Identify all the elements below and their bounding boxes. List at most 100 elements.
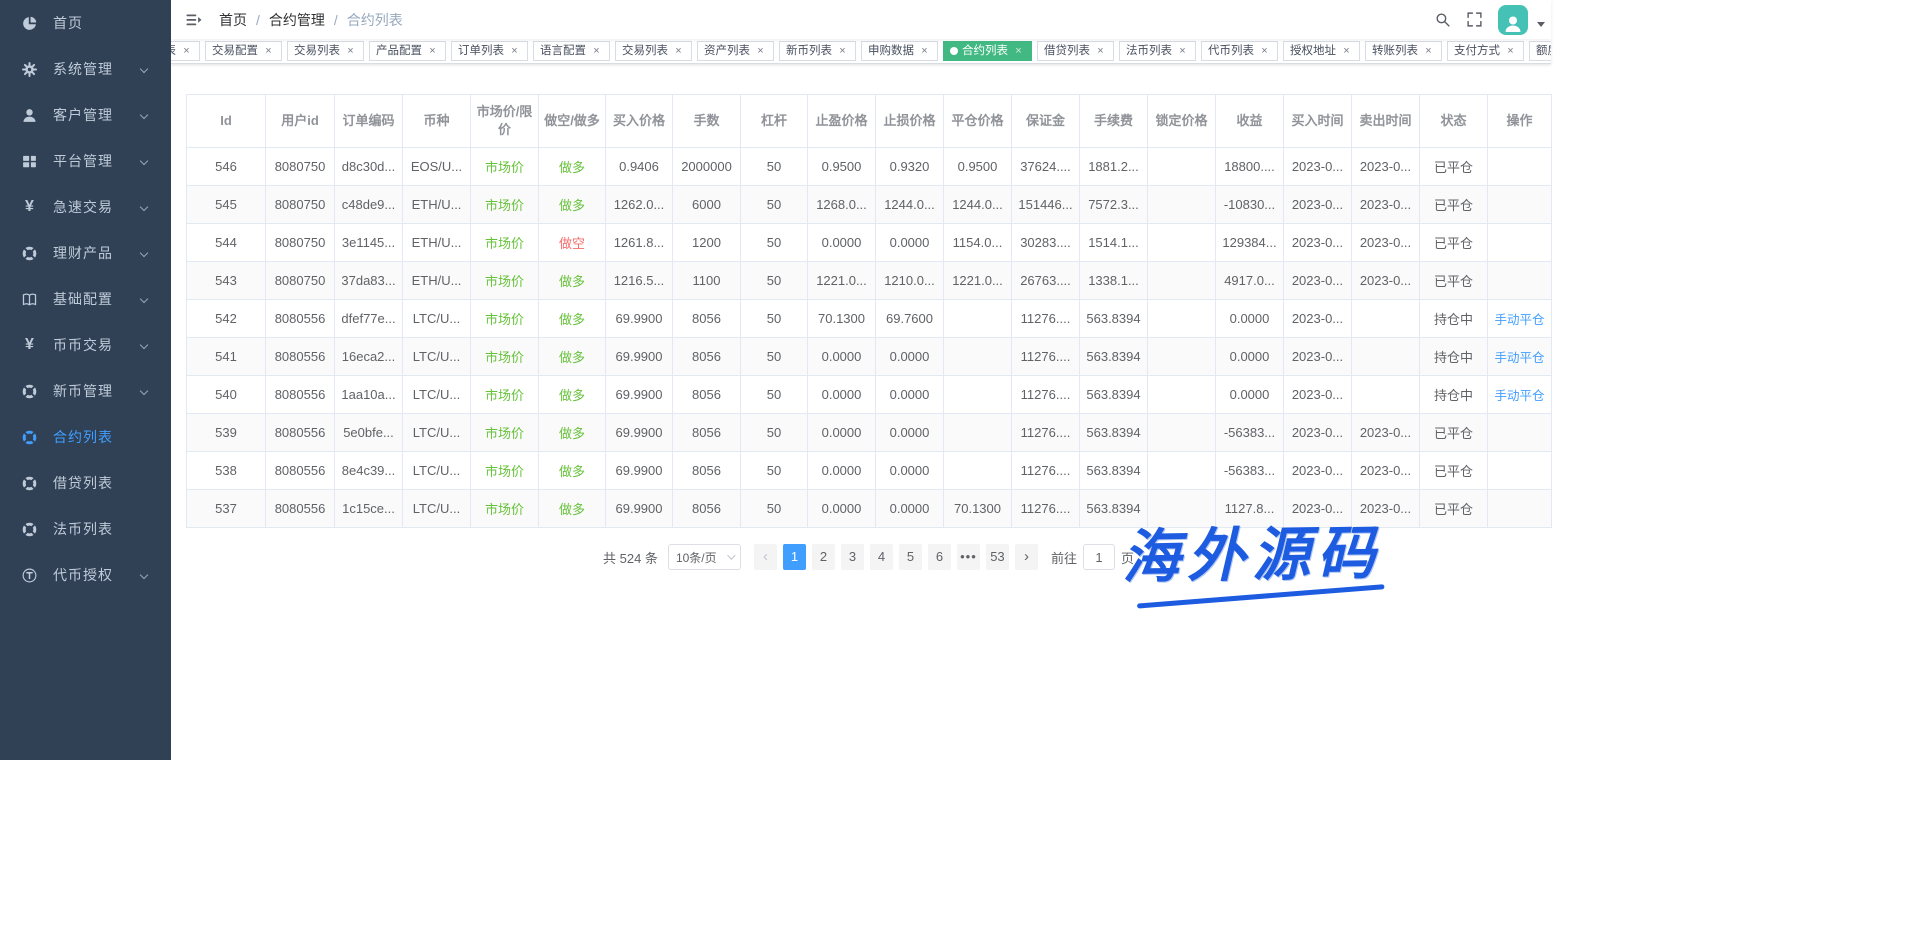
page-button[interactable]: 53 — [986, 544, 1009, 570]
cell-uid: 8080556 — [266, 490, 335, 528]
table-row[interactable]: 5428080556dfef77e...LTC/U...市场价做多69.9900… — [187, 300, 1552, 338]
page-button[interactable]: 5 — [899, 544, 922, 570]
yen-icon: ¥ — [21, 337, 38, 354]
pagination: 共 524 条 10条/页 ‹ 123456•••53 › 前往 页 — [186, 544, 1551, 570]
page-button[interactable]: 1 — [783, 544, 806, 570]
close-icon[interactable]: × — [180, 45, 193, 58]
page-button[interactable]: 4 — [870, 544, 893, 570]
tab[interactable]: 语言配置× — [533, 41, 610, 61]
tab[interactable]: 列表× — [171, 41, 200, 61]
cell-buy_time: 2023-0... — [1284, 452, 1352, 490]
breadcrumb-contract-manage[interactable]: 合约管理 — [269, 10, 325, 30]
tab[interactable]: 支付方式× — [1447, 41, 1524, 61]
tab[interactable]: 交易配置× — [205, 41, 282, 61]
tab[interactable]: 新币列表× — [779, 41, 856, 61]
tab[interactable]: 申购数据× — [861, 41, 938, 61]
close-icon[interactable]: × — [508, 45, 521, 58]
cell-action[interactable]: 手动平仓 — [1488, 376, 1552, 414]
table-row[interactable]: 5458080750c48de9...ETH/U...市场价做多1262.0..… — [187, 186, 1552, 224]
sidebar-item[interactable]: 客户管理 — [0, 92, 171, 138]
sidebar-item[interactable]: 新币管理 — [0, 368, 171, 414]
sidebar-item[interactable]: 首页 — [0, 0, 171, 46]
cell-fee: 7572.3... — [1080, 186, 1148, 224]
close-icon[interactable]: × — [1504, 45, 1517, 58]
close-icon[interactable]: × — [754, 45, 767, 58]
cell-fee: 563.8394 — [1080, 452, 1148, 490]
tab[interactable]: 借贷列表 × — [1037, 41, 1114, 61]
close-icon[interactable]: × — [1340, 45, 1353, 58]
close-icon[interactable]: × — [1094, 45, 1107, 58]
next-page-button[interactable]: › — [1015, 544, 1038, 570]
sidebar-item[interactable]: 平台管理 — [0, 138, 171, 184]
cell-sl: 69.7600 — [876, 300, 944, 338]
tab[interactable]: 订单列表× — [451, 41, 528, 61]
sidebar-item-label: 系统管理 — [53, 59, 113, 79]
close-icon[interactable]: × — [1012, 45, 1025, 58]
sidebar-item[interactable]: ¥急速交易 — [0, 184, 171, 230]
page-button[interactable]: 2 — [812, 544, 835, 570]
sidebar-item[interactable]: 法币列表 — [0, 506, 171, 552]
sidebar: 首页系统管理客户管理平台管理¥急速交易理财产品基础配置¥币币交易新币管理合约列表… — [0, 0, 171, 760]
sidebar-item[interactable]: 合约列表 — [0, 414, 171, 460]
close-icon[interactable]: × — [672, 45, 685, 58]
table-row[interactable]: 54080805561aa10a...LTC/U...市场价做多69.99008… — [187, 376, 1552, 414]
close-icon[interactable]: × — [262, 45, 275, 58]
prev-page-button[interactable]: ‹ — [754, 544, 777, 570]
page-button[interactable]: ••• — [957, 544, 980, 570]
cell-direction: 做多 — [539, 338, 606, 376]
search-icon[interactable] — [1434, 11, 1451, 28]
page-button[interactable]: 3 — [841, 544, 864, 570]
close-icon[interactable]: × — [1422, 45, 1435, 58]
tab[interactable]: 产品配置× — [369, 41, 446, 61]
table-row[interactable]: 54480807503e1145...ETH/U...市场价做空1261.8..… — [187, 224, 1552, 262]
sidebar-item-label: 借贷列表 — [53, 473, 113, 493]
table-row[interactable]: 53780805561c15ce...LTC/U...市场价做多69.99008… — [187, 490, 1552, 528]
tab-label: 借贷列表 — [1044, 42, 1090, 61]
close-icon[interactable]: × — [590, 45, 603, 58]
tab[interactable]: 交易列表× — [287, 41, 364, 61]
tab[interactable]: 转账列表× — [1365, 41, 1442, 61]
fullscreen-icon[interactable] — [1466, 11, 1483, 28]
close-icon[interactable]: × — [426, 45, 439, 58]
page-size-select[interactable]: 10条/页 — [668, 544, 741, 570]
tab[interactable]: 交易列表× — [615, 41, 692, 61]
sidebar-item[interactable]: 代币授权 — [0, 552, 171, 598]
page-button[interactable]: 6 — [928, 544, 951, 570]
tab[interactable]: 法币列表× — [1119, 41, 1196, 61]
tab[interactable]: 额度转换× — [1529, 41, 1551, 61]
close-icon[interactable]: × — [1176, 45, 1189, 58]
sidebar-item[interactable]: 借贷列表 — [0, 460, 171, 506]
cell-lock_price — [1148, 224, 1216, 262]
close-icon[interactable]: × — [836, 45, 849, 58]
caret-down-icon[interactable] — [1537, 22, 1545, 27]
page-jump-input[interactable] — [1083, 544, 1115, 570]
close-icon[interactable]: × — [344, 45, 357, 58]
tab[interactable]: 授权地址× — [1283, 41, 1360, 61]
table-row[interactable]: 53980805565e0bfe...LTC/U...市场价做多69.99008… — [187, 414, 1552, 452]
table-row[interactable]: 5468080750d8c30d...EOS/U...市场价做多0.940620… — [187, 148, 1552, 186]
cell-close_price — [944, 414, 1012, 452]
tab[interactable]: 资产列表× — [697, 41, 774, 61]
tab[interactable]: 合约列表× — [943, 41, 1032, 61]
cell-action[interactable]: 手动平仓 — [1488, 338, 1552, 376]
sidebar-item[interactable]: ¥币币交易 — [0, 322, 171, 368]
breadcrumb-home[interactable]: 首页 — [219, 10, 247, 30]
sidebar-item[interactable]: 基础配置 — [0, 276, 171, 322]
hamburger-icon[interactable] — [171, 0, 217, 39]
table-row[interactable]: 541808055616eca2...LTC/U...市场价做多69.99008… — [187, 338, 1552, 376]
cell-price_type: 市场价 — [471, 186, 539, 224]
close-icon[interactable]: × — [918, 45, 931, 58]
cell-action[interactable]: 手动平仓 — [1488, 300, 1552, 338]
column-header: 保证金 — [1012, 95, 1080, 148]
sidebar-item[interactable]: 系统管理 — [0, 46, 171, 92]
avatar[interactable] — [1498, 5, 1528, 35]
sidebar-item[interactable]: 理财产品 — [0, 230, 171, 276]
table-row[interactable]: 543808075037da83...ETH/U...市场价做多1216.5..… — [187, 262, 1552, 300]
compass-icon — [21, 383, 38, 400]
cell-direction: 做多 — [539, 300, 606, 338]
cell-sell_time: 2023-0... — [1352, 186, 1420, 224]
table-row[interactable]: 53880805568e4c39...LTC/U...市场价做多69.99008… — [187, 452, 1552, 490]
close-icon[interactable]: × — [1258, 45, 1271, 58]
breadcrumb-separator: / — [334, 12, 338, 28]
tab[interactable]: 代币列表× — [1201, 41, 1278, 61]
